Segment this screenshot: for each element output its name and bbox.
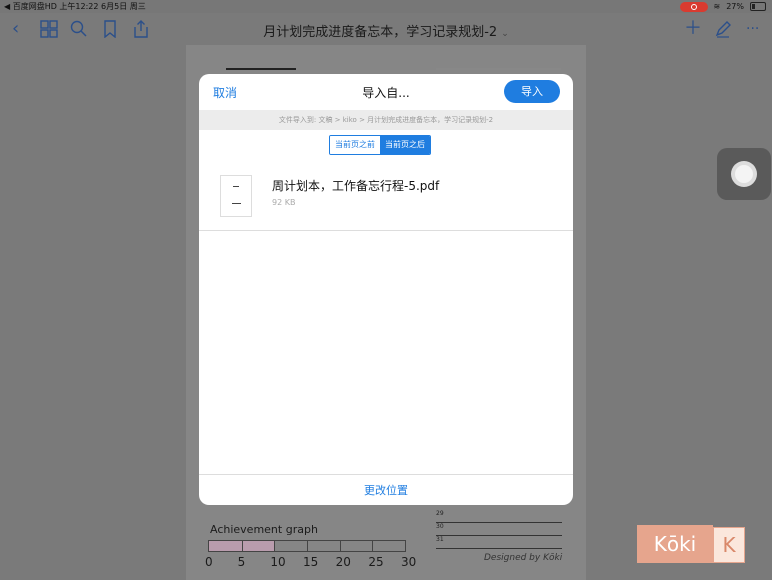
tick-label: 30: [401, 555, 417, 569]
import-path: 文件导入到: 文稿 > kiko > 月计划完成进度备忘本，学习记录规划-2: [199, 110, 573, 130]
tick-label: 5: [237, 555, 246, 569]
nav-bar: ‹ 月计划完成进度备忘本，学习记录规划-2 ⌄ ＋ ···: [0, 13, 772, 45]
battery-icon: [750, 2, 766, 11]
battery-percent: 27%: [726, 2, 744, 11]
tick-label: 0: [205, 555, 213, 569]
segment-after-current[interactable]: 当前页之后: [380, 136, 430, 154]
wifi-icon: ≋: [713, 2, 721, 11]
status-bar: ◀ 百度网盘HD 上午12:22 6月5日 周三 ≋ 27%: [0, 0, 772, 13]
bar-divider: [372, 541, 374, 551]
more-icon[interactable]: ···: [746, 20, 759, 38]
bar-divider: [274, 541, 276, 551]
tick-label: 10: [270, 555, 286, 569]
pen-icon[interactable]: [714, 20, 732, 42]
day-row: 29: [436, 510, 562, 523]
assistive-touch-button[interactable]: [717, 148, 771, 200]
segment-before-current[interactable]: 当前页之前: [330, 136, 380, 154]
day-row: 30: [436, 523, 562, 536]
koki-watermark-logo: Kōki K: [637, 525, 745, 563]
document-title[interactable]: 月计划完成进度备忘本，学习记录规划-2 ⌄: [0, 21, 772, 40]
tick-label: 15: [303, 555, 319, 569]
file-name: 周计划本，工作备忘行程-5.pdf: [272, 179, 440, 193]
chevron-down-icon: ⌄: [501, 29, 509, 39]
import-button[interactable]: 导入: [504, 80, 560, 103]
status-left: ◀ 百度网盘HD 上午12:22 6月5日 周三: [4, 2, 146, 11]
position-segmented-control: 当前页之前 当前页之后: [329, 135, 431, 155]
tick-label: 25: [368, 555, 384, 569]
achievement-bar: [208, 540, 406, 552]
bar-divider: [307, 541, 308, 551]
bar-divider: [339, 541, 341, 551]
pdf-thumbnail: [220, 175, 252, 217]
plus-icon[interactable]: ＋: [684, 20, 702, 38]
import-dialog: 取消 导入自... 导入 文件导入到: 文稿 > kiko > 月计划完成进度备…: [199, 74, 573, 505]
file-list-item[interactable]: 周计划本，工作备忘行程-5.pdf 92 KB: [199, 170, 573, 231]
bar-divider: [241, 541, 243, 551]
day-list: 29 30 31: [436, 510, 562, 549]
designed-by: Designed by Kōki: [484, 553, 563, 563]
change-location-button[interactable]: 更改位置: [199, 474, 573, 505]
day-row: 31: [436, 536, 562, 549]
screen-record-icon: [679, 1, 708, 12]
tick-label: 20: [335, 555, 351, 569]
file-size: 92 KB: [272, 198, 296, 207]
achievement-label: Achievement graph: [210, 523, 318, 536]
